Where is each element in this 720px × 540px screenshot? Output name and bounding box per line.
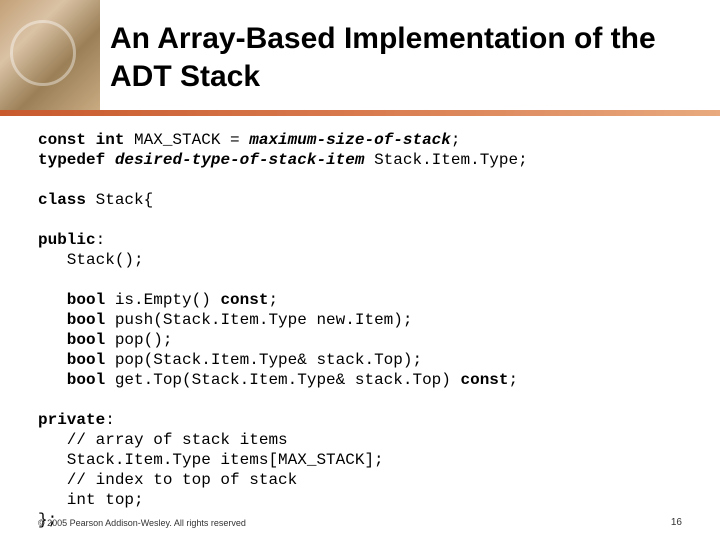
code-text: [105, 151, 115, 169]
header-rule: [0, 110, 720, 116]
code-text: pop(Stack.Item.Type& stack.Top);: [105, 351, 422, 369]
code-kw: bool: [38, 351, 105, 369]
code-text: ;: [509, 371, 519, 389]
code-text: Stack.Item.Type items[MAX_STACK];: [38, 451, 384, 469]
code-text: // index to top of stack: [38, 471, 297, 489]
code-text: Stack();: [38, 251, 144, 269]
code-kw: bool: [38, 291, 105, 309]
code-text: pop();: [105, 331, 172, 349]
code-kw: const: [220, 291, 268, 309]
code-kw: private: [38, 411, 105, 429]
header-decoration: [0, 0, 100, 115]
code-text: // array of stack items: [38, 431, 288, 449]
code-text: MAX_STACK =: [124, 131, 249, 149]
code-text: :: [96, 231, 106, 249]
code-text: ;: [451, 131, 461, 149]
code-text: Stack{: [86, 191, 153, 209]
code-kw: public: [38, 231, 96, 249]
code-kw: class: [38, 191, 86, 209]
code-text: get.Top(Stack.Item.Type& stack.Top): [105, 371, 460, 389]
code-kw: const int: [38, 131, 124, 149]
code-italic: desired-type-of-stack-item: [115, 151, 365, 169]
slide-title: An Array-Based Implementation of the ADT…: [110, 20, 700, 95]
code-text: push(Stack.Item.Type new.Item);: [105, 311, 412, 329]
code-kw: typedef: [38, 151, 105, 169]
code-kw: const: [460, 371, 508, 389]
code-text: int top;: [38, 491, 144, 509]
code-text: is.Empty(): [105, 291, 220, 309]
page-number: 16: [671, 517, 682, 528]
code-text: ;: [268, 291, 278, 309]
code-kw: bool: [38, 311, 105, 329]
code-block: const int MAX_STACK = maximum-size-of-st…: [38, 130, 700, 530]
footer-copyright: © 2005 Pearson Addison-Wesley. All right…: [38, 518, 682, 528]
code-text: Stack.Item.Type;: [364, 151, 527, 169]
code-italic: maximum-size-of-stack: [249, 131, 451, 149]
code-kw: bool: [38, 331, 105, 349]
code-kw: bool: [38, 371, 105, 389]
code-text: :: [105, 411, 115, 429]
